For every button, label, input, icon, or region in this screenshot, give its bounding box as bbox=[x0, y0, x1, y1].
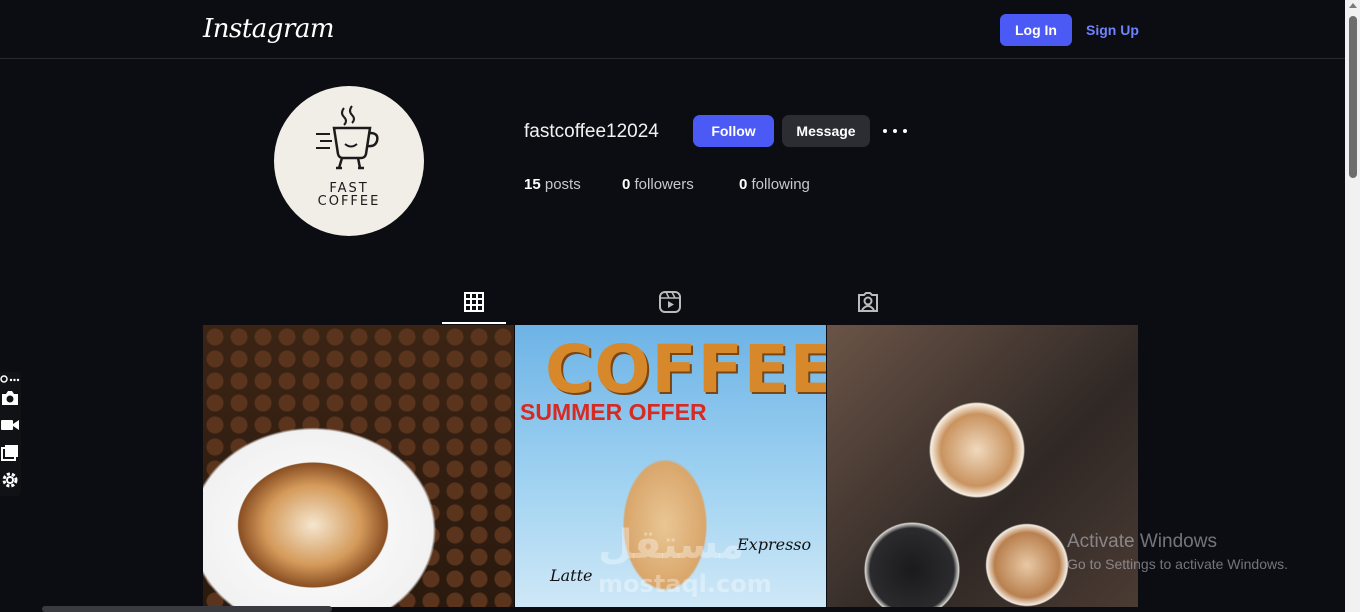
link-more-icon[interactable] bbox=[0, 374, 20, 384]
camera-icon[interactable] bbox=[0, 390, 20, 406]
following-count: 0 bbox=[739, 176, 748, 193]
followers-label: followers bbox=[634, 176, 694, 193]
mostaql-watermark-url: mostaql.com bbox=[598, 570, 772, 598]
more-options-icon[interactable] bbox=[883, 122, 907, 140]
coffee-cup-icon bbox=[316, 105, 379, 170]
instagram-logo[interactable]: Instagram bbox=[203, 14, 335, 44]
tagged-icon bbox=[858, 292, 878, 312]
poster-label-latte: Latte bbox=[550, 566, 593, 585]
poster-title: COFFEE bbox=[545, 331, 826, 408]
scroll-up-arrow-icon[interactable] bbox=[1349, 3, 1357, 8]
tab-reels[interactable] bbox=[638, 287, 702, 324]
grid-icon bbox=[464, 292, 484, 312]
tab-tagged[interactable] bbox=[836, 287, 900, 324]
posts-count: 15 bbox=[524, 176, 541, 193]
message-button[interactable]: Message bbox=[782, 115, 870, 147]
stat-followers[interactable]: 0 followers bbox=[622, 176, 694, 193]
vertical-scrollbar-thumb[interactable] bbox=[1349, 16, 1357, 178]
activate-windows-title: Activate Windows bbox=[1067, 531, 1217, 552]
signup-button[interactable]: Sign Up bbox=[1086, 14, 1139, 46]
poster-label-espresso: Expresso bbox=[737, 535, 812, 554]
post-latte-art[interactable] bbox=[203, 325, 514, 607]
tab-posts[interactable] bbox=[442, 287, 506, 324]
window-icon[interactable] bbox=[0, 445, 20, 461]
horizontal-scrollbar[interactable] bbox=[42, 606, 332, 612]
posts-label: posts bbox=[544, 176, 581, 193]
follow-button[interactable]: Follow bbox=[693, 115, 774, 147]
avatar-text-coffee: COFFEE bbox=[317, 194, 381, 209]
profile-avatar[interactable]: FAST COFFEE bbox=[274, 86, 424, 236]
poster-subtitle: SUMMER OFFER bbox=[520, 399, 707, 425]
following-label: following bbox=[751, 176, 810, 193]
screen-recorder-toolbar bbox=[0, 372, 21, 496]
activate-windows-subtitle: Go to Settings to activate Windows. bbox=[1067, 556, 1288, 572]
top-bar: Instagram Log In Sign Up bbox=[0, 0, 1345, 59]
stat-posts[interactable]: 15 posts bbox=[524, 176, 581, 193]
active-tab-indicator bbox=[442, 322, 506, 324]
login-button[interactable]: Log In bbox=[1000, 14, 1072, 46]
profile-username: fastcoffee12024 bbox=[524, 121, 659, 142]
settings-icon[interactable] bbox=[0, 471, 20, 489]
video-icon[interactable] bbox=[0, 418, 20, 432]
followers-count: 0 bbox=[622, 176, 631, 193]
stat-following[interactable]: 0 following bbox=[739, 176, 810, 193]
reels-icon bbox=[659, 291, 681, 313]
mostaql-watermark-arabic: مستقل bbox=[598, 522, 745, 568]
